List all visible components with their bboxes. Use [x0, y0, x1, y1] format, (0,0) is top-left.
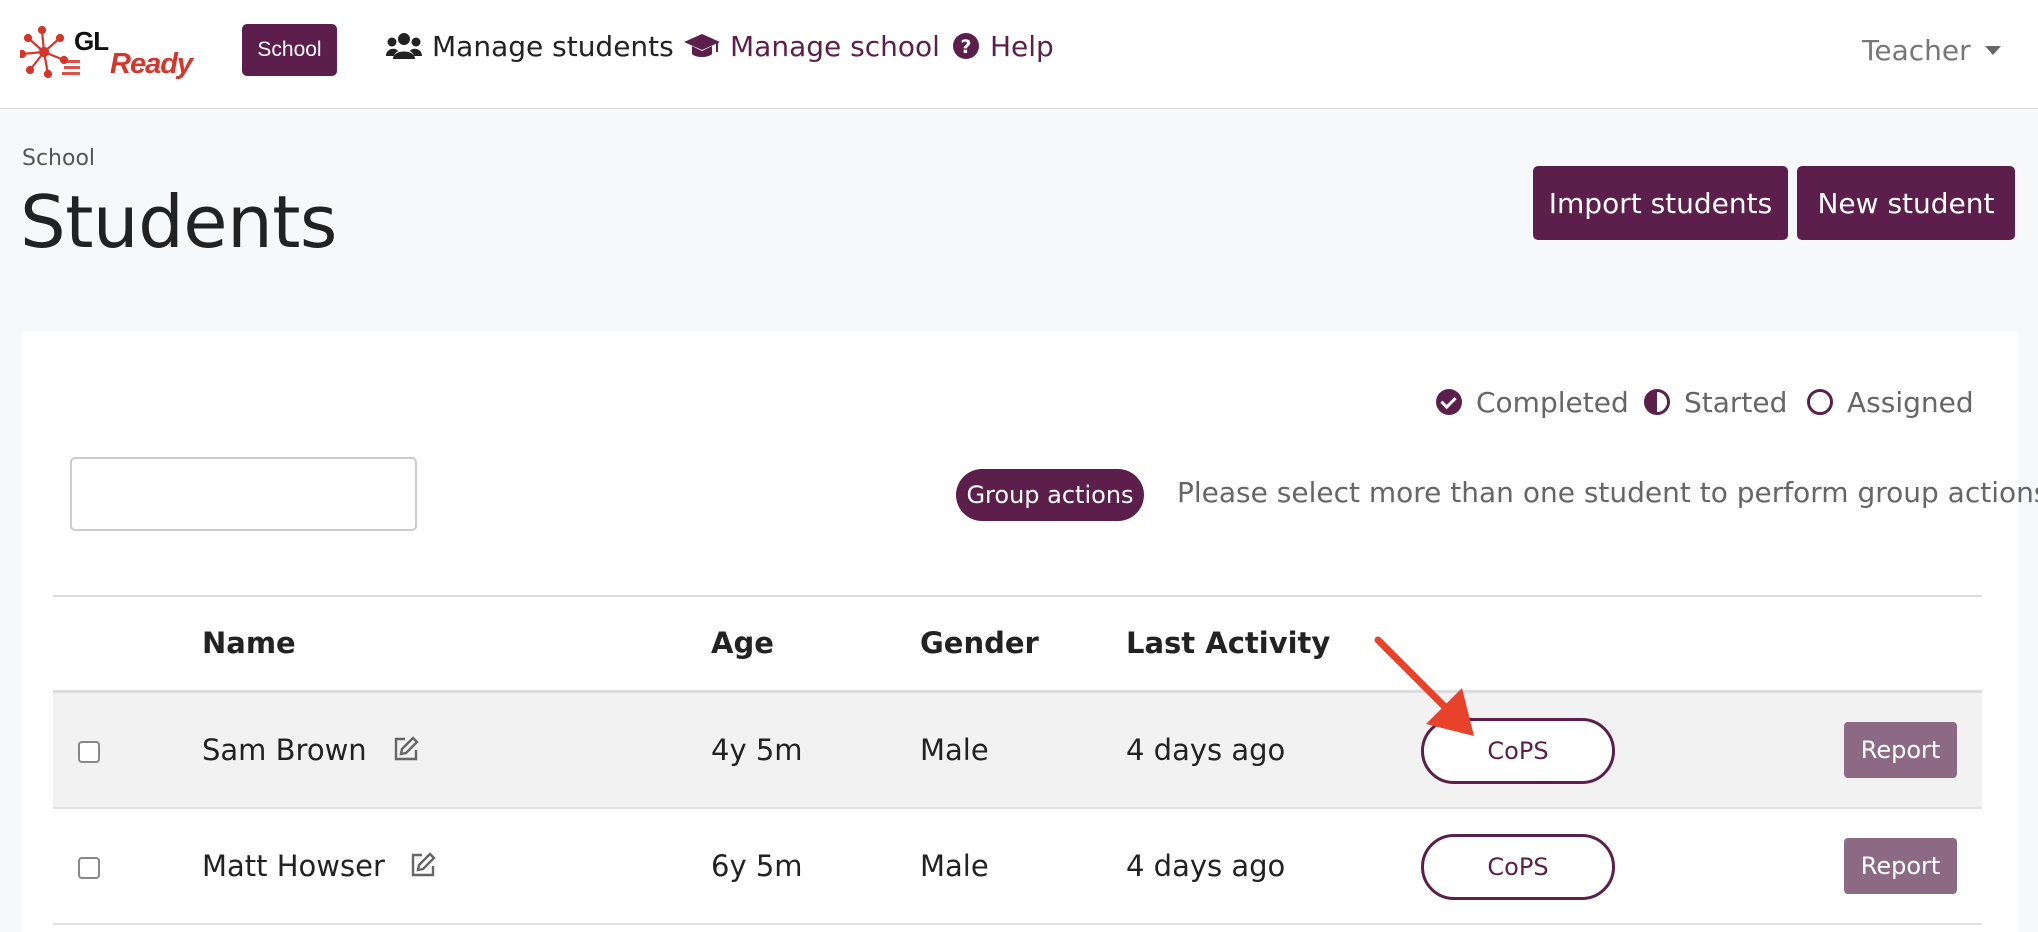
student-last-activity: 4 days ago — [1126, 849, 1286, 883]
question-circle-icon: ? — [953, 33, 979, 59]
import-students-button[interactable]: Import students — [1533, 166, 1788, 240]
column-header-last-activity[interactable]: Last Activity — [1126, 626, 1330, 660]
cops-assessment-button[interactable]: CoPS — [1421, 834, 1615, 900]
student-name: Sam Brown — [202, 733, 367, 767]
row-select-checkbox[interactable] — [78, 857, 100, 879]
legend-started: Started — [1644, 382, 1787, 422]
edit-icon[interactable] — [392, 735, 420, 763]
logo-text-gl: GL — [74, 26, 109, 56]
user-menu-dropdown[interactable]: Teacher — [1862, 30, 2001, 70]
student-search-input[interactable] — [70, 457, 417, 531]
caret-down-icon — [1984, 45, 2001, 55]
user-menu-label: Teacher — [1862, 33, 1971, 67]
logo-text-ready: Ready — [110, 48, 193, 80]
top-navbar: GL Ready School Manage students Manage s… — [0, 0, 2038, 109]
users-icon — [386, 33, 422, 59]
gl-ready-logo[interactable]: GL Ready — [20, 24, 200, 84]
nav-help[interactable]: ? Help — [952, 26, 1054, 66]
nav-manage-students[interactable]: Manage students — [386, 26, 674, 66]
legend-completed: Completed — [1436, 382, 1629, 422]
nav-help-label: Help — [990, 29, 1054, 63]
logo-starburst-icon — [20, 25, 80, 79]
column-header-name[interactable]: Name — [202, 626, 296, 660]
student-age: 6y 5m — [711, 849, 803, 883]
legend-completed-label: Completed — [1476, 385, 1629, 419]
student-age: 4y 5m — [711, 733, 803, 767]
new-student-button[interactable]: New student — [1797, 166, 2015, 240]
legend-assigned-label: Assigned — [1847, 385, 1974, 419]
legend-assigned: Assigned — [1807, 382, 1974, 422]
page-title: Students — [20, 180, 337, 264]
graduation-cap-icon — [684, 34, 720, 57]
report-button[interactable]: Report — [1844, 838, 1957, 894]
column-header-age[interactable]: Age — [711, 626, 774, 660]
student-name: Matt Howser — [202, 849, 385, 883]
student-gender: Male — [920, 849, 989, 883]
report-button[interactable]: Report — [1844, 722, 1957, 778]
annotation-arrow-icon — [1374, 636, 1474, 736]
row-select-checkbox[interactable] — [78, 741, 100, 763]
breadcrumb[interactable]: School — [22, 146, 95, 171]
school-badge[interactable]: School — [242, 24, 337, 76]
check-circle-icon — [1436, 389, 1462, 415]
empty-circle-icon — [1807, 389, 1833, 415]
column-header-gender[interactable]: Gender — [920, 626, 1039, 660]
table-row: Matt Howser 6y 5m Male 4 days ago CoPS R… — [53, 809, 1982, 925]
table-divider — [53, 595, 1982, 597]
student-last-activity: 4 days ago — [1126, 733, 1286, 767]
edit-icon[interactable] — [409, 851, 437, 879]
table-row: Sam Brown 4y 5m Male 4 days ago CoPS Rep… — [53, 693, 1982, 809]
svg-text:?: ? — [960, 36, 971, 58]
nav-manage-school-label: Manage school — [730, 29, 940, 63]
legend-started-label: Started — [1684, 385, 1788, 419]
group-actions-hint: Please select more than one student to p… — [1177, 476, 2038, 509]
nav-manage-school[interactable]: Manage school — [684, 26, 940, 66]
nav-manage-students-label: Manage students — [432, 29, 674, 63]
student-gender: Male — [920, 733, 989, 767]
half-circle-icon — [1644, 389, 1670, 415]
group-actions-button[interactable]: Group actions — [956, 469, 1144, 521]
